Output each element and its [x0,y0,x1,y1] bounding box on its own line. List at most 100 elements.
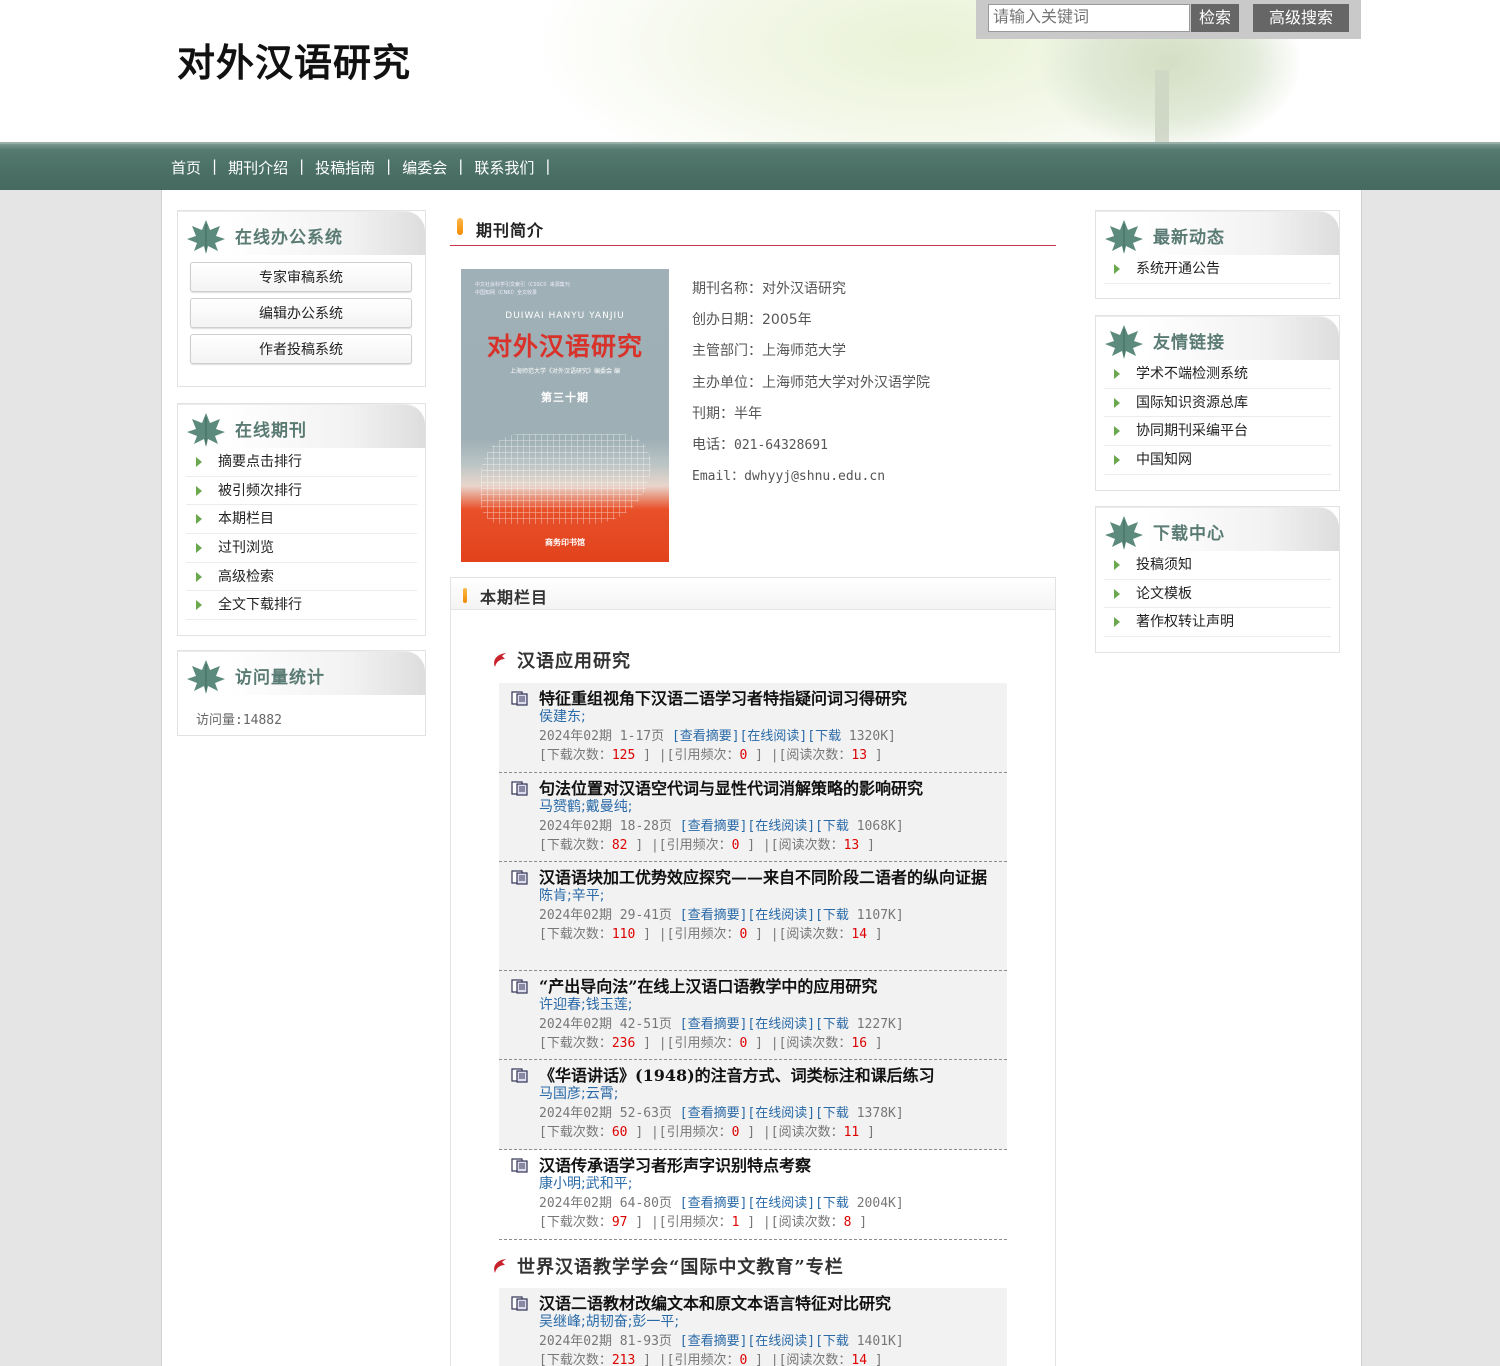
news-item[interactable]: 系统开通公告 [1104,255,1331,284]
article-title[interactable]: 汉语传承语学习者形声字识别特点考察 [539,1156,997,1175]
arrow-right-icon [196,543,202,554]
info-label: 期刊名称： [692,281,762,297]
current-issue-box: 本期栏目 汉语应用研究 特征重组视角下汉语二语学习者特指疑问词习得研究 侯建东;… [450,577,1056,1366]
read-online-link[interactable]: [在线阅读] [747,819,815,834]
download-link[interactable]: [下载 [815,1334,849,1349]
article-item: 句法位置对汉语空代词与显性代词消解策略的影响研究 马赟鹤;戴曼纯; 2024年0… [499,773,1007,862]
journal-item-abstract-ranking[interactable]: 摘要点击排行 [186,448,417,477]
document-icon [511,870,528,885]
article-stats: [下载次数：97 ] |[引用频次：1 ] |[阅读次数：8 ] [539,1215,868,1230]
stat-label: [引用频次： [666,1353,740,1366]
article-title[interactable]: “产出导向法”在线上汉语口语教学中的应用研究 [539,977,997,996]
article-issue: 2024年02期 [539,1106,612,1121]
article-authors[interactable]: 马国彦;云霄; [539,1085,997,1104]
article-meta: 2024年02期 42-51页 [查看摘要][在线阅读][下载 1227K] [539,1015,997,1034]
stat-bracket: ] [635,838,644,853]
info-label: 主管部门： [692,343,762,360]
search-button[interactable]: 检索 [1191,4,1239,32]
download-count: 125 [611,748,636,763]
list-item-label: 中国知网 [1136,452,1192,469]
journal-item-past-issues[interactable]: 过刊浏览 [186,534,417,563]
nav-contact[interactable]: 联系我们 [474,157,545,178]
latest-news-header: 最新动态 [1096,211,1339,255]
list-item-label: 协同期刊采编平台 [1136,423,1248,440]
article-authors[interactable]: 马赟鹤;戴曼纯; [539,798,997,817]
read-online-link[interactable]: [在线阅读] [747,908,815,923]
nav-about-journal[interactable]: 期刊介绍 [228,157,299,178]
stat-bracket: ] [867,1125,875,1140]
nav-home[interactable]: 首页 [171,157,212,178]
article-pages: 42-51页 [619,1017,672,1032]
stat-label: [阅读次数： [778,1036,852,1051]
download-link[interactable]: [下载 [815,1196,849,1211]
stat-bracket: ] [635,1215,644,1230]
download-link[interactable]: [下载 [815,908,849,923]
search-bar: 检索 高级搜索 [976,0,1361,39]
article-stats: [下载次数：236 ] |[引用频次：0 ] |[阅读次数：16 ] [539,1036,883,1051]
view-abstract-link[interactable]: [查看摘要] [672,729,740,744]
article-authors[interactable]: 侯建东; [539,708,997,727]
author-submission-button[interactable]: 作者投稿系统 [190,334,412,364]
view-abstract-link[interactable]: [查看摘要] [680,1196,748,1211]
read-online-link[interactable]: [在线阅读] [747,1106,815,1121]
article-item: 特征重组视角下汉语二语学习者特指疑问词习得研究 侯建东; 2024年02期 1-… [499,683,1007,773]
download-link[interactable]: [下载 [807,729,841,744]
nav-submission-guide[interactable]: 投稿指南 [315,157,386,178]
article-meta: 2024年02期 64-80页 [查看摘要][在线阅读][下载 2004K] [539,1194,997,1213]
view-abstract-link[interactable]: [查看摘要] [680,1106,748,1121]
article-pages: 64-80页 [619,1196,672,1211]
search-input[interactable] [988,4,1190,32]
article-title[interactable]: 句法位置对汉语空代词与显性代词消解策略的影响研究 [539,779,997,798]
journal-item-download-ranking[interactable]: 全文下载排行 [186,591,417,621]
download-count: 213 [611,1353,636,1366]
file-size: 1227K] [856,1017,904,1032]
link-item-knowledge-database[interactable]: 国际知识资源总库 [1104,389,1331,418]
citation-count: 0 [731,838,740,853]
read-online-link[interactable]: [在线阅读] [740,729,808,744]
journal-item-citation-ranking[interactable]: 被引频次排行 [186,477,417,506]
link-item-cnki[interactable]: 中国知网 [1104,446,1331,475]
expert-review-button[interactable]: 专家审稿系统 [190,262,412,292]
download-link[interactable]: [下载 [815,1017,849,1032]
article-title[interactable]: 汉语二语教材改编文本和原文本语言特征对比研究 [539,1294,997,1313]
article-authors[interactable]: 吴继峰;胡韧奋;彭一平; [539,1313,997,1332]
main-nav: 首页 | 期刊介绍 | 投稿指南 | 编委会 | 联系我们 | [0,142,1500,190]
view-abstract-link[interactable]: [查看摘要] [680,819,748,834]
article-title[interactable]: 汉语语块加工优势效应探究——来自不同阶段二语者的纵向证据 [539,868,997,887]
info-row-supervisor: 主管部门：上海师范大学 [692,336,930,367]
journal-item-advanced-search[interactable]: 高级检索 [186,563,417,592]
cover-title: 对外汉语研究 [486,332,643,361]
article-title[interactable]: 特征重组视角下汉语二语学习者特指疑问词习得研究 [539,689,997,708]
info-label: 电话： [692,436,734,453]
article-authors[interactable]: 康小明;武和平; [539,1175,997,1194]
download-link[interactable]: [下载 [815,819,849,834]
site-title: 对外汉语研究 [177,40,412,85]
view-abstract-link[interactable]: [查看摘要] [680,1017,748,1032]
list-item-label: 学术不端检测系统 [1136,366,1248,382]
article-issue: 2024年02期 [539,908,612,923]
nav-separator: | [299,157,305,175]
article-issue: 2024年02期 [539,1196,612,1211]
read-online-link[interactable]: [在线阅读] [747,1334,815,1349]
article-title[interactable]: 《华语讲话》(1948)的注音方式、词类标注和课后练习 [539,1066,997,1085]
download-item-paper-template[interactable]: 论文模板 [1104,580,1331,609]
advanced-search-button[interactable]: 高级搜索 [1253,4,1349,32]
info-label: 创办日期： [692,312,762,329]
download-item-copyright-statement[interactable]: 著作权转让声明 [1104,608,1331,638]
editor-office-button[interactable]: 编辑办公系统 [190,298,412,328]
nav-editorial-board[interactable]: 编委会 [402,157,458,178]
journal-item-current-issue[interactable]: 本期栏目 [186,505,417,535]
info-value: 上海师范大学对外汉语学院 [762,374,930,391]
download-link[interactable]: [下载 [815,1106,849,1121]
journal-cover-image[interactable]: 中文社会科学引文索引（CSSCI）来源集刊 中国知网（CNKI）全文收录 DUI… [461,269,669,562]
link-item-journal-platform[interactable]: 协同期刊采编平台 [1104,417,1331,447]
view-abstract-link[interactable]: [查看摘要] [680,908,748,923]
read-online-link[interactable]: [在线阅读] [747,1196,815,1211]
section-marker-icon [463,588,467,603]
article-authors[interactable]: 许迎春;钱玉莲; [539,996,997,1015]
view-abstract-link[interactable]: [查看摘要] [680,1334,748,1349]
link-item-plagiarism-check[interactable]: 学术不端检测系统 [1104,360,1331,389]
article-authors[interactable]: 陈肯;辛平; [539,887,997,906]
download-item-submission-notice[interactable]: 投稿须知 [1104,551,1331,580]
read-online-link[interactable]: [在线阅读] [747,1017,815,1032]
